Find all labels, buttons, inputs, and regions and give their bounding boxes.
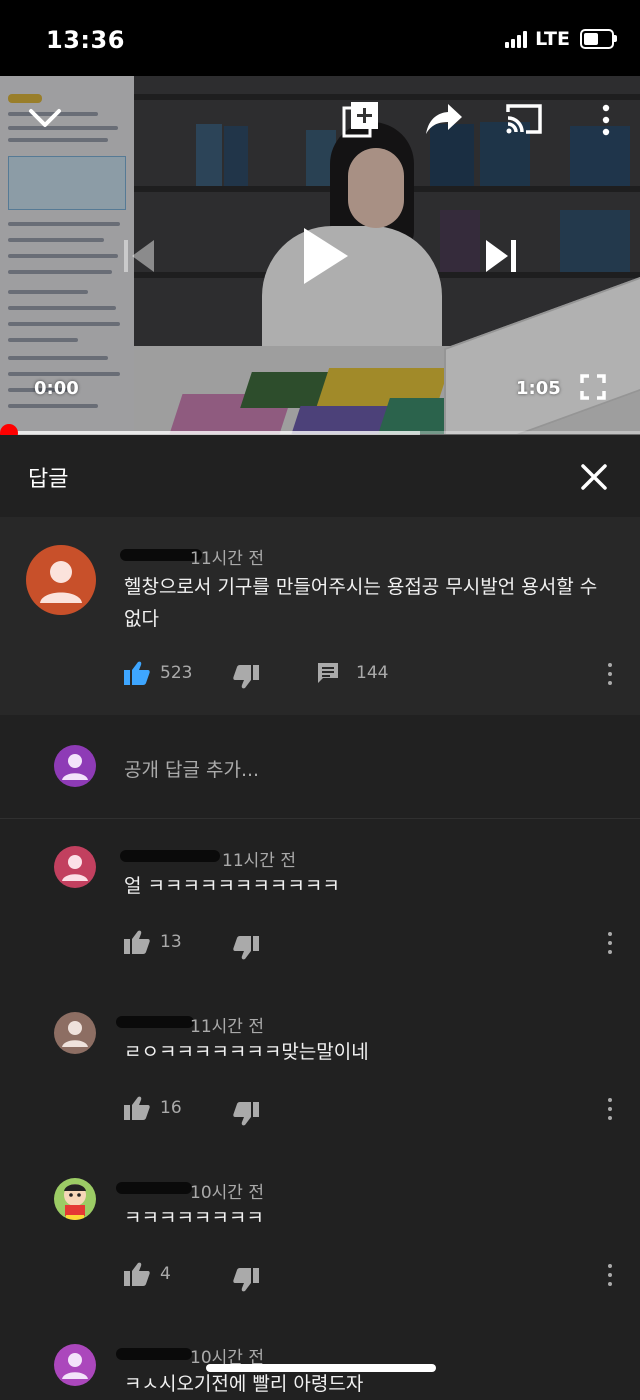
replies-header: 답글 [0,435,640,518]
status-time: 13:36 [46,26,125,54]
reply-count-button[interactable]: 144 [316,661,388,685]
thumbs-up-icon [124,930,150,954]
status-bar: 13:36 LTE [0,0,640,76]
thumbs-up-icon [124,661,150,685]
close-icon[interactable] [578,461,610,493]
play-icon[interactable] [300,226,350,286]
like-button[interactable]: 13 [124,930,182,954]
avatar[interactable] [54,1012,96,1054]
comment-text-line-1: 헬창으로서 기구를 만들어주시는 용접공 무시발언 용서할 수 [124,576,598,598]
avatar[interactable] [54,1344,96,1386]
like-button[interactable]: 523 [124,661,192,685]
next-icon[interactable] [484,238,518,274]
avatar[interactable] [26,545,96,615]
comment-text-line-2: 없다 [124,608,159,630]
reply-time: 10시간 전 [190,1183,264,1203]
status-indicators: LTE [505,28,617,50]
like-count: 16 [160,1098,182,1118]
more-options-icon[interactable] [607,1264,613,1290]
replies-title: 답글 [28,467,69,492]
parent-comment: 11시간 전 헬창으로서 기구를 만들어주시는 용접공 무시발언 용서할 수 없… [0,517,640,715]
cast-icon[interactable] [504,102,544,136]
signal-icon [505,30,528,48]
current-time: 0:00 [34,378,79,399]
home-indicator[interactable] [206,1364,436,1372]
like-count: 523 [160,663,193,683]
thumbs-up-icon [124,1096,150,1120]
thumbs-down-icon[interactable] [233,1268,259,1292]
comment-icon [318,663,338,683]
reply-text: 얼 ㅋㅋㅋㅋㅋㅋㅋㅋㅋㅋㅋ [124,875,340,897]
thumbs-down-icon[interactable] [233,936,259,960]
share-icon[interactable] [424,102,464,136]
network-label: LTE [535,28,570,50]
like-button[interactable]: 16 [124,1096,182,1120]
avatar[interactable] [54,1178,96,1220]
author-name-redacted [116,1348,192,1360]
previous-icon[interactable] [122,238,156,274]
more-options-icon[interactable] [607,932,613,958]
fullscreen-icon[interactable] [580,374,606,400]
thumbs-up-icon [124,1262,150,1286]
more-options-icon[interactable] [607,663,613,689]
thumbs-down-icon[interactable] [233,665,259,689]
comment-text: 헬창으로서 기구를 만들어주시는 용접공 무시발언 용서할 수 없다 [124,571,614,635]
like-count: 4 [160,1264,171,1284]
reply-time: 11시간 전 [222,851,296,871]
author-name-redacted [116,1016,194,1028]
chevron-down-icon[interactable] [28,106,62,130]
add-reply-row[interactable]: 공개 답글 추가... [0,715,640,819]
like-count: 13 [160,932,182,952]
comment-time: 11시간 전 [190,549,264,569]
video-player[interactable]: 0:00 1:05 [0,76,640,434]
more-icon[interactable] [600,104,612,136]
thumbs-down-icon[interactable] [233,1102,259,1126]
reply-time: 11시간 전 [190,1017,264,1037]
reply-text: ㅋㅋㅋㅋㅋㅋㅋㅋ [124,1207,264,1229]
battery-icon [580,29,617,49]
duration: 1:05 [516,378,561,399]
author-name-redacted [120,850,220,862]
add-reply-input[interactable]: 공개 답글 추가... [124,755,259,782]
add-to-playlist-icon[interactable] [342,100,380,138]
more-options-icon[interactable] [607,1098,613,1124]
reply-text: ㄹㅇㅋㅋㅋㅋㅋㅋㅋ맞는말이네 [124,1041,369,1063]
avatar [54,745,96,787]
reply-count: 144 [356,663,389,683]
reply-text: ㅋㅅ시오기전에 빨리 아령드자 [124,1373,364,1395]
like-button[interactable]: 4 [124,1262,171,1286]
avatar[interactable] [54,846,96,888]
author-name-redacted [116,1182,192,1194]
